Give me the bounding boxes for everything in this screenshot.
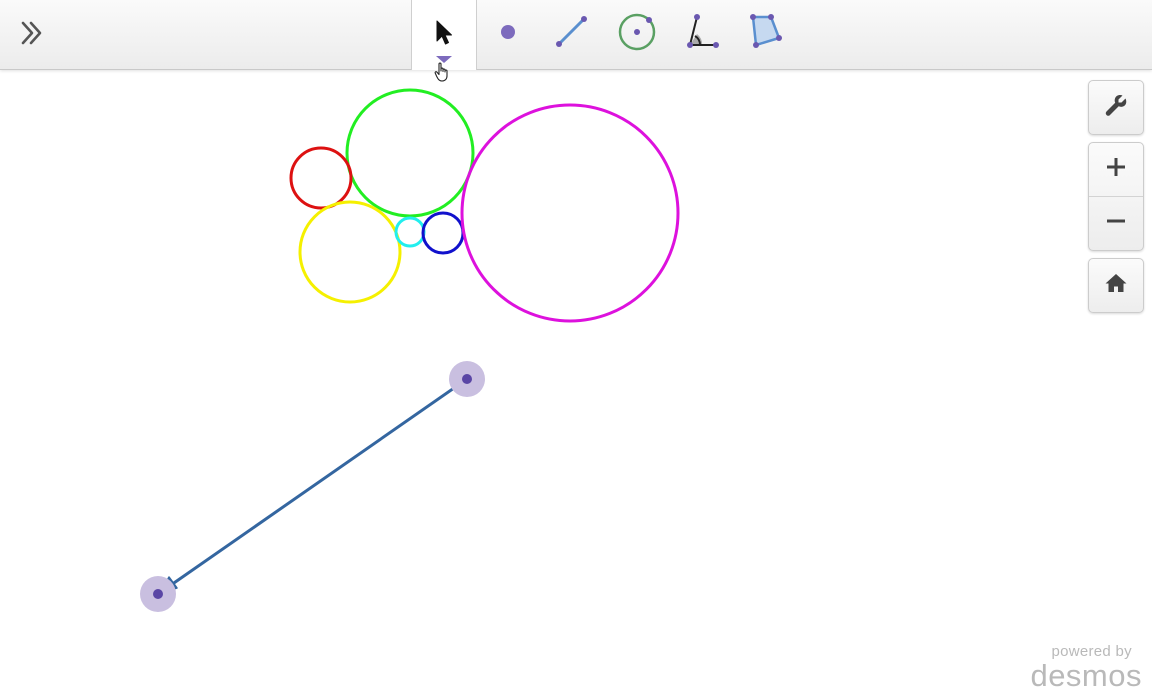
settings-group bbox=[1088, 80, 1144, 135]
home-icon bbox=[1104, 272, 1128, 299]
segment-icon bbox=[552, 12, 592, 57]
minus-icon bbox=[1105, 210, 1127, 237]
home-group bbox=[1088, 258, 1144, 313]
circle-icon bbox=[616, 11, 658, 58]
zoom-group bbox=[1088, 142, 1144, 251]
red-circle[interactable] bbox=[289, 146, 353, 210]
angle-icon bbox=[681, 12, 721, 57]
select-tool-button[interactable] bbox=[411, 0, 477, 82]
powered-by-desmos-watermark[interactable]: powered by desmos bbox=[1030, 644, 1142, 692]
polygon-tool-button[interactable] bbox=[734, 0, 798, 69]
cyan-circle[interactable] bbox=[394, 216, 426, 248]
graph-canvas[interactable] bbox=[0, 70, 1152, 700]
zoom-out-button[interactable] bbox=[1089, 196, 1143, 250]
toolbar bbox=[0, 0, 1152, 82]
wrench-icon bbox=[1103, 92, 1129, 123]
yellow-circle[interactable] bbox=[298, 200, 402, 304]
double-chevron-right-icon bbox=[18, 19, 46, 52]
vector[interactable] bbox=[159, 377, 469, 594]
zoom-in-button[interactable] bbox=[1089, 143, 1143, 196]
desmos-geometry-app: powered by desmos bbox=[0, 0, 1152, 700]
vector-head-point[interactable] bbox=[140, 576, 176, 612]
desmos-logo-text: desmos bbox=[1030, 658, 1142, 693]
plus-icon bbox=[1105, 156, 1127, 183]
magenta-circle[interactable] bbox=[460, 103, 680, 323]
circle-tool-button[interactable] bbox=[605, 0, 669, 69]
point-tool-button[interactable] bbox=[476, 0, 540, 69]
angle-tool-button[interactable] bbox=[669, 0, 733, 69]
segment-tool-button[interactable] bbox=[540, 0, 604, 69]
home-button[interactable] bbox=[1089, 259, 1143, 312]
blue-circle[interactable] bbox=[421, 211, 465, 255]
polygon-icon bbox=[745, 11, 787, 58]
arrow-pointer-icon bbox=[434, 20, 454, 51]
expand-button[interactable] bbox=[12, 15, 52, 55]
point-icon bbox=[498, 22, 518, 47]
settings-button[interactable] bbox=[1089, 81, 1143, 134]
green-circle[interactable] bbox=[345, 88, 475, 218]
vector-tail-point[interactable] bbox=[449, 361, 485, 397]
